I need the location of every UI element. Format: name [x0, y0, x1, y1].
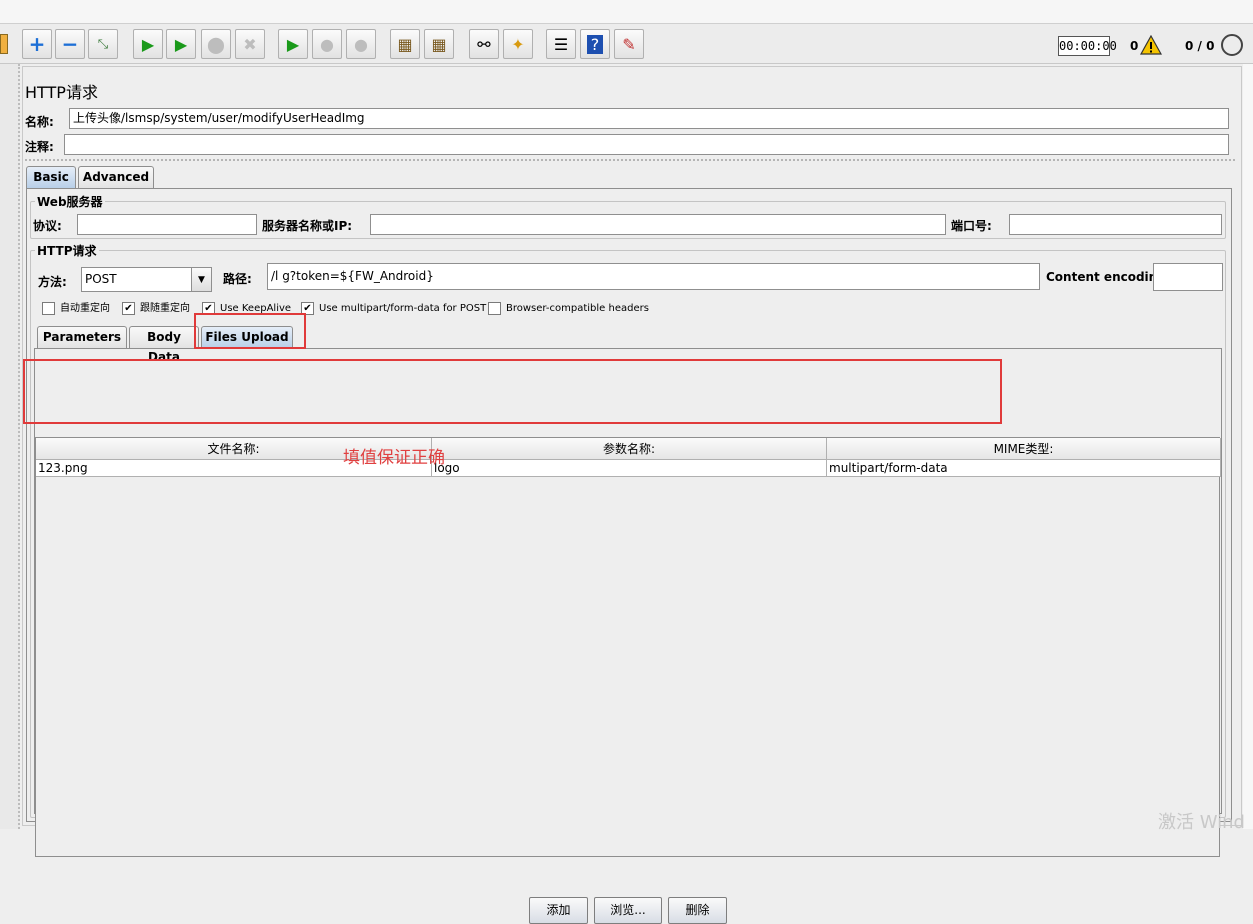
remote-status-icon	[1221, 34, 1243, 56]
warning-icon[interactable]	[1140, 35, 1162, 55]
follow-redirect-label: 跟随重定向	[140, 303, 190, 314]
path-label: 路径:	[223, 272, 252, 286]
port-field[interactable]	[1009, 214, 1222, 235]
function-helper-icon[interactable]: ☰	[546, 29, 576, 59]
page-title: HTTP请求	[25, 83, 98, 102]
multipart-checkbox[interactable]: ✔	[301, 302, 314, 315]
keepalive-label: Use KeepAlive	[220, 303, 292, 314]
content-encoding-field[interactable]	[1153, 263, 1223, 291]
files-table: 文件名称: 参数名称: MIME类型: 123.png logo multipa…	[35, 437, 1221, 857]
multipart-label: Use multipart/form-data for POST	[319, 303, 487, 314]
auto-redirect-label: 自动重定向	[60, 303, 110, 314]
tab-files-upload[interactable]: Files Upload	[201, 326, 293, 348]
column-header-mime[interactable]: MIME类型:	[827, 438, 1221, 460]
method-select[interactable]: POST ▼	[81, 267, 212, 292]
activation-watermark: 激活 Wind	[1158, 812, 1245, 833]
server-field[interactable]	[370, 214, 946, 235]
reset-search-icon[interactable]: ✦	[503, 29, 533, 59]
keepalive-checkbox[interactable]: ✔	[202, 302, 215, 315]
browser-headers-label: Browser-compatible headers	[506, 303, 649, 314]
tab-body-data[interactable]: Body Data	[129, 326, 199, 364]
name-label: 名称:	[25, 115, 54, 129]
start-icon[interactable]: ▶	[133, 29, 163, 59]
options-row: 自动重定向 ✔ 跟随重定向 ✔ Use KeepAlive ✔ Use mult…	[39, 302, 1219, 316]
method-label: 方法:	[38, 275, 67, 289]
http-request-group-title: HTTP请求	[35, 242, 99, 259]
window-top-bar	[0, 0, 1253, 24]
search-icon[interactable]: ⚯	[469, 29, 499, 59]
auto-redirect-checkbox[interactable]	[42, 302, 55, 315]
add-button[interactable]: 添加	[529, 897, 588, 924]
tab-basic[interactable]: Basic	[26, 166, 76, 188]
toggle-icon[interactable]: ⤡	[88, 29, 118, 59]
active-threads-count: 0 / 0	[1185, 39, 1215, 53]
help-icon[interactable]: ?	[580, 29, 610, 59]
name-field[interactable]: 上传头像/lsmsp/system/user/modifyUserHeadImg	[69, 108, 1229, 129]
start-no-pause-icon[interactable]: ▶	[166, 29, 196, 59]
cell-param[interactable]: logo	[432, 460, 827, 477]
comment-field[interactable]	[64, 134, 1229, 155]
remove-icon[interactable]: −	[55, 29, 85, 59]
browser-headers-checkbox[interactable]	[488, 302, 501, 315]
protocol-field[interactable]	[77, 214, 257, 235]
basic-tab-content: Web服务器 协议: 服务器名称或IP: 端口号: HTTP请求 方法: POS…	[26, 188, 1232, 924]
window-right-edge	[1243, 64, 1253, 829]
chevron-down-icon[interactable]: ▼	[191, 268, 211, 291]
protocol-label: 协议:	[33, 219, 62, 233]
content-encoding-label: Content encoding:	[1046, 270, 1171, 284]
clear-icon[interactable]: ▦	[390, 29, 420, 59]
http-request-panel: HTTP请求 名称: 上传头像/lsmsp/system/user/modify…	[22, 66, 1242, 924]
tree-pane-edge[interactable]	[0, 64, 20, 829]
ssl-manager-icon[interactable]: ✎	[614, 29, 644, 59]
tab-advanced[interactable]: Advanced	[78, 166, 154, 188]
clear-all-icon[interactable]: ▦	[424, 29, 454, 59]
comment-label: 注释:	[25, 140, 54, 154]
web-server-group: Web服务器 协议: 服务器名称或IP: 端口号:	[30, 193, 1226, 239]
add-icon[interactable]: +	[22, 29, 52, 59]
stop-icon[interactable]: ⬤	[201, 29, 231, 59]
tab-parameters[interactable]: Parameters	[37, 326, 127, 348]
remote-stop-icon[interactable]: ●	[312, 29, 342, 59]
annotation-text: 填值保证正确	[343, 448, 445, 468]
toolbar: + − ⤡ ▶ ▶ ⬤ ✖ ▶ ● ● ▦ ▦ ⚯ ✦ ☰ ? ✎ 00:00:…	[0, 24, 1253, 64]
browse-button[interactable]: 浏览...	[594, 897, 662, 924]
port-label: 端口号:	[951, 219, 992, 233]
web-server-group-title: Web服务器	[35, 193, 105, 210]
splitter[interactable]	[25, 159, 1235, 161]
remote-start-icon[interactable]: ▶	[278, 29, 308, 59]
elapsed-timer: 00:00:00	[1058, 36, 1117, 56]
delete-button[interactable]: 删除	[668, 897, 727, 924]
open-icon[interactable]	[0, 34, 8, 54]
server-label: 服务器名称或IP:	[262, 219, 353, 233]
follow-redirect-checkbox[interactable]: ✔	[122, 302, 135, 315]
cell-mime[interactable]: multipart/form-data	[827, 460, 1221, 477]
shutdown-icon[interactable]: ✖	[235, 29, 265, 59]
column-header-param[interactable]: 参数名称:	[432, 438, 827, 460]
path-field[interactable]: /l g?token=${FW_Android}	[267, 263, 1040, 290]
warning-count: 0	[1130, 39, 1139, 53]
method-value: POST	[85, 272, 117, 286]
remote-shutdown-icon[interactable]: ●	[346, 29, 376, 59]
